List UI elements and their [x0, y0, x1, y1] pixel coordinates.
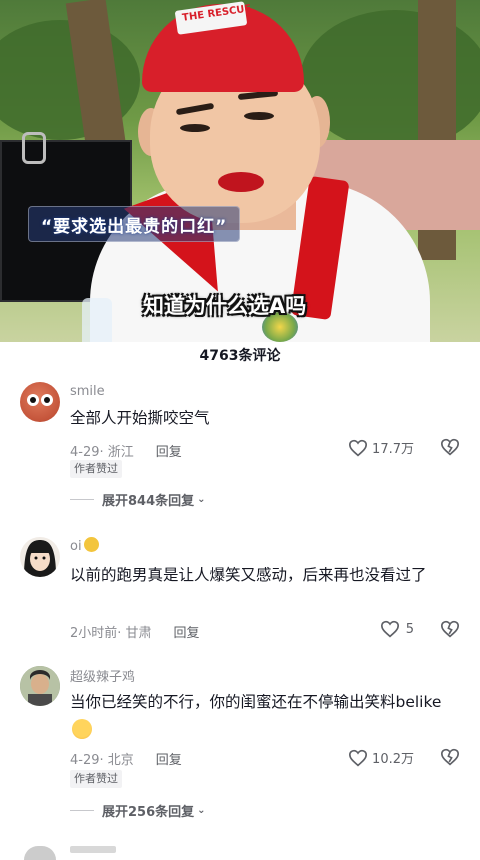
comment-username[interactable] — [70, 846, 116, 853]
avatar-girl-icon — [24, 540, 56, 577]
reply-button[interactable]: 回复 — [174, 626, 200, 641]
avatar[interactable] — [20, 666, 60, 706]
eye-left — [180, 124, 210, 132]
comment-date: 2小时前 — [70, 626, 118, 641]
heart-outline-icon — [380, 620, 399, 638]
comment-meta: 2小时前· 甘肃 回复 — [70, 622, 200, 641]
comment-item: oi 以前的跑男真是让人爆笑又感动，后来再也没看过了 2小时前· 甘肃 回复 5 — [0, 533, 480, 648]
like-button[interactable]: 17.7万 — [348, 438, 414, 457]
heart-outline-icon — [349, 439, 368, 456]
water-bottle — [82, 298, 112, 342]
comment-text-content: 当你已经笑的不行，你的闺蜜还在不停输出笑料belike — [70, 693, 442, 711]
reply-button[interactable]: 回复 — [156, 445, 182, 460]
video-subtitle: 知道为什么选A吗 — [143, 294, 307, 318]
like-count: 10.2万 — [372, 752, 414, 767]
dislike-button[interactable] — [440, 438, 460, 460]
like-count: 17.7万 — [372, 442, 414, 457]
expand-replies-label: 展开844条回复 — [102, 494, 195, 509]
comment-username[interactable]: oi — [70, 537, 99, 554]
comment-text: 当你已经笑的不行，你的闺蜜还在不停输出笑料belike — [70, 688, 460, 744]
eye-right — [244, 112, 274, 120]
comment-date: 4-29 — [70, 753, 100, 768]
comment-location: · 浙江 — [99, 445, 134, 460]
like-count: 5 — [405, 621, 414, 637]
author-liked-badge: 作者赞过 — [70, 770, 122, 788]
red-lips — [218, 172, 264, 192]
comment-item: 超级辣子鸡 当你已经笑的不行，你的闺蜜还在不停输出笑料belike 4-29· … — [0, 662, 480, 822]
avatar[interactable] — [20, 382, 60, 422]
author-liked-badge: 作者赞过 — [70, 460, 122, 478]
chevron-down-icon: ⌄ — [197, 805, 206, 816]
avatar-photo-icon — [20, 666, 60, 706]
avatar[interactable] — [20, 537, 60, 577]
broken-heart-icon — [440, 748, 460, 766]
comment-username[interactable]: smile — [70, 384, 105, 399]
divider-line — [70, 499, 94, 500]
video-player[interactable]: THE RESCUE “要求选出最贵的口红” 知道为什么选A吗 — [0, 0, 480, 342]
broken-heart-icon — [440, 438, 460, 456]
comment-count-title: 4763条评论 — [199, 348, 281, 364]
username-text: oi — [70, 539, 82, 554]
heart-outline-icon — [349, 749, 368, 766]
expand-replies-label: 展开256条回复 — [102, 805, 195, 820]
chevron-down-icon: ⌄ — [197, 494, 206, 505]
comment-date: 4-29 — [70, 445, 100, 460]
smiling-emoji-icon — [72, 719, 92, 739]
emoji-icon — [83, 537, 99, 552]
comment-location: · 北京 — [99, 753, 134, 768]
like-button[interactable]: 10.2万 — [348, 748, 414, 767]
clip-icon — [22, 132, 46, 164]
comment-text: 以前的跑男真是让人爆笑又感动，后来再也没看过了 — [70, 566, 427, 584]
comment-item: smile 全部人开始撕咬空气 4-29· 浙江 回复 作者赞过 17.7万 展开… — [0, 378, 480, 518]
video-caption-box: “要求选出最贵的口红” — [28, 206, 241, 242]
comment-username[interactable]: 超级辣子鸡 — [70, 666, 135, 685]
avatar[interactable] — [24, 846, 56, 860]
like-button[interactable]: 5 — [380, 620, 414, 638]
broken-heart-icon — [440, 620, 460, 638]
comment-text: 全部人开始撕咬空气 — [70, 409, 210, 427]
avatar-face-icon — [27, 394, 53, 406]
comment-meta: 4-29· 浙江 回复 — [70, 441, 182, 460]
dislike-button[interactable] — [440, 620, 460, 642]
expand-replies-button[interactable]: 展开256条回复 ⌄ — [70, 801, 206, 820]
comment-meta: 4-29· 北京 回复 — [70, 749, 182, 768]
comment-location: · 甘肃 — [117, 626, 152, 641]
dislike-button[interactable] — [440, 748, 460, 770]
divider-line — [70, 810, 94, 811]
expand-replies-button[interactable]: 展开844条回复 ⌄ — [70, 490, 206, 509]
video-caption: “要求选出最贵的口红” — [41, 216, 228, 237]
reply-button[interactable]: 回复 — [156, 753, 182, 768]
